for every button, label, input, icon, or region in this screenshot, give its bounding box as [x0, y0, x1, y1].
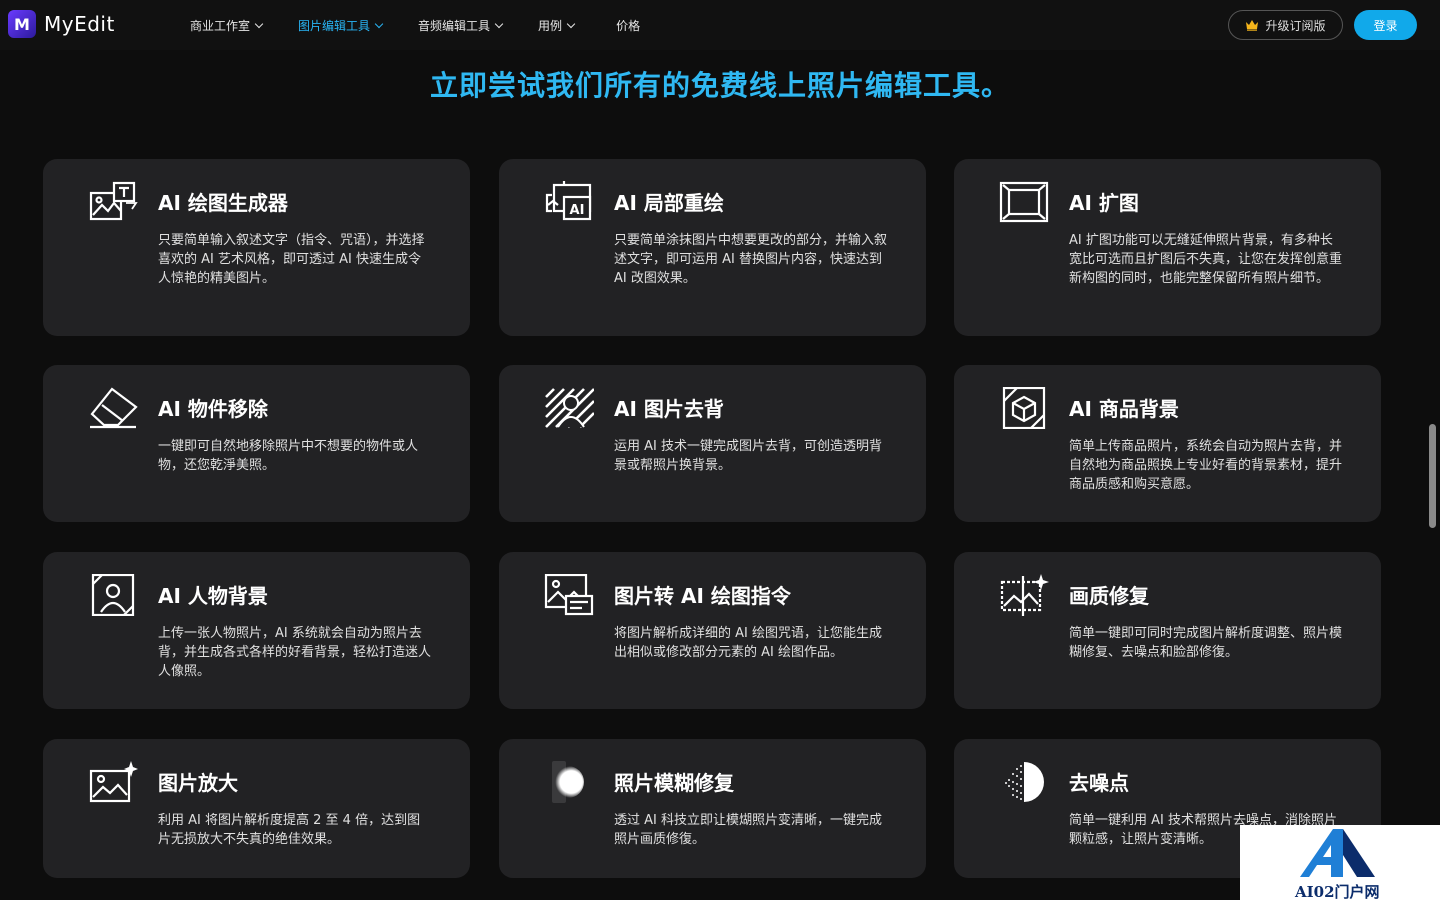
top-nav: M MyEdit 商业工作室 图片编辑工具 音频编辑工具 用例 价格 升级订阅版…: [0, 0, 1440, 50]
chevron-down-icon: [566, 19, 576, 28]
tool-title: 画质修复: [1069, 584, 1149, 608]
menu-item-business[interactable]: 商业工作室: [190, 17, 264, 34]
logo-mark: M: [8, 10, 36, 38]
tool-card[interactable]: 照片模糊修复 透过 AI 科技立即让模煳照片变清晰，一键完成照片画质修復。: [499, 739, 926, 878]
watermark-text: AI02门户网: [1295, 883, 1380, 900]
menu-item-label: 价格: [616, 18, 641, 33]
menu-item-label: 用例: [538, 18, 563, 33]
tool-title: 图片放大: [158, 771, 238, 795]
crown-icon: [1246, 20, 1259, 31]
scrollbar-thumb[interactable]: [1429, 424, 1436, 528]
text-to-image-icon: [89, 181, 138, 221]
watermark: AI02门户网: [1240, 825, 1440, 900]
tool-desc: 运用 AI 技术一键完成图片去背，可创造透明背景或帮照片换背景。: [614, 439, 882, 473]
tool-card[interactable]: AI 物件移除 一键即可自然地移除照片中不想要的物件或人物，还您乾淨美照。: [43, 365, 470, 522]
tool-card[interactable]: AI 图片去背 运用 AI 技术一键完成图片去背，可创造透明背景或帮照片换背景。: [499, 365, 926, 522]
tool-card[interactable]: AI 商品背景 简单上传商品照片，系统会自动为照片去背，并自然地为商品照换上专业…: [954, 365, 1381, 522]
section-title: 立即尝试我们所有的免费线上照片编辑工具。: [429, 69, 1010, 102]
upgrade-button[interactable]: 升级订阅版: [1228, 10, 1343, 40]
tool-desc: 简单上传商品照片，系统会自动为照片去背，并自然地为商品照换上专业好看的背景素材，…: [1069, 439, 1343, 492]
tool-title: AI 扩图: [1069, 191, 1139, 215]
menu-item-label: 图片编辑工具: [298, 18, 371, 33]
tool-card[interactable]: AI AI 局部重绘 只要简单涂抹图片中想要更改的部分，并输入叙述文字，即可运用…: [499, 159, 926, 336]
tool-title: AI 物件移除: [158, 397, 268, 421]
eraser-icon: [90, 387, 138, 429]
tool-desc: 只要简单输入叙述文字（指令、咒语），并选择喜欢的 AI 艺术风格，即可透过 AI…: [158, 233, 425, 286]
tool-desc: AI 扩图功能可以无缝延伸照片背景，有多种长宽比可选而且扩图后不失真，让您在发挥…: [1069, 233, 1343, 286]
tool-card[interactable]: 画质修复 简单一键即可同时完成图片解析度调整、照片模糊修复、去噪点和脸部修復。: [954, 552, 1381, 709]
tool-card[interactable]: 图片转 AI 绘图指令 将图片解析成详细的 AI 绘图咒语，让您能生成出相似或修…: [499, 552, 926, 709]
menu-item-audio-tools[interactable]: 音频编辑工具: [418, 17, 504, 34]
upscale-icon: [89, 761, 138, 803]
tool-desc: 上传一张人物照片，AI 系统就会自动为照片去背，并生成各式各样的好看背景，轻松打…: [158, 626, 432, 679]
tool-desc: 将图片解析成详细的 AI 绘图咒语，让您能生成出相似或修改部分元素的 AI 绘图…: [614, 626, 882, 660]
tool-title: AI 图片去背: [614, 397, 724, 421]
image-to-prompt-icon: [544, 574, 594, 616]
chevron-down-icon: [374, 19, 384, 28]
tool-desc: 利用 AI 将图片解析度提高 2 至 4 倍，达到图片无损放大不失真的绝佳效果。: [158, 813, 421, 847]
chevron-down-icon: [494, 19, 504, 28]
tool-card[interactable]: AI 人物背景 上传一张人物照片，AI 系统就会自动为照片去背，并生成各式各样的…: [43, 552, 470, 709]
logo[interactable]: M MyEdit: [8, 10, 115, 38]
menu-item-photo-tools[interactable]: 图片编辑工具: [298, 17, 384, 34]
tool-card[interactable]: AI 绘图生成器 只要简单输入叙述文字（指令、咒语），并选择喜欢的 AI 艺术风…: [43, 159, 470, 336]
unblur-icon: [552, 761, 584, 803]
tool-card[interactable]: AI 扩图 AI 扩图功能可以无缝延伸照片背景，有多种长宽比可选而且扩图后不失真…: [954, 159, 1381, 336]
tool-desc: 一键即可自然地移除照片中不想要的物件或人物，还您乾淨美照。: [158, 439, 419, 473]
denoise-icon: [1005, 762, 1044, 802]
chevron-down-icon: [254, 19, 264, 28]
svg-text:AI: AI: [570, 203, 585, 218]
tool-title: 照片模糊修复: [614, 771, 734, 795]
tool-desc: 只要简单涂抹图片中想要更改的部分，并输入叙述文字，即可运用 AI 替换图片内容，…: [614, 233, 888, 286]
ai-replace-icon: AI: [545, 181, 592, 221]
tool-title: AI 商品背景: [1069, 397, 1179, 421]
login-button[interactable]: 登录: [1354, 10, 1417, 40]
menu-item-label: 商业工作室: [190, 18, 251, 33]
tool-title: 去噪点: [1069, 771, 1129, 795]
tool-title: AI 局部重绘: [614, 191, 724, 215]
menu-item-pricing[interactable]: 价格: [616, 17, 640, 34]
expand-icon: [999, 181, 1049, 223]
tool-title: AI 绘图生成器: [158, 191, 288, 215]
watermark-logo-icon: [1300, 829, 1375, 877]
upgrade-button-label: 升级订阅版: [1265, 18, 1326, 33]
tool-desc: 透过 AI 科技立即让模煳照片变清晰，一键完成照片画质修復。: [614, 813, 882, 847]
background-remove-icon: [545, 388, 594, 428]
main-menu: 商业工作室 图片编辑工具 音频编辑工具 用例 价格: [190, 0, 676, 50]
enhance-icon: [1000, 574, 1049, 616]
logo-text: MyEdit: [44, 12, 115, 36]
tool-desc: 简单一键即可同时完成图片解析度调整、照片模糊修复、去噪点和脸部修復。: [1069, 626, 1343, 660]
tool-title: AI 人物背景: [158, 584, 268, 608]
product-background-icon: [1002, 387, 1046, 429]
menu-item-use-cases[interactable]: 用例: [538, 17, 576, 34]
tool-card[interactable]: 图片放大 利用 AI 将图片解析度提高 2 至 4 倍，达到图片无损放大不失真的…: [43, 739, 470, 878]
tool-title: 图片转 AI 绘图指令: [614, 584, 791, 608]
portrait-background-icon: [91, 574, 135, 616]
menu-item-label: 音频编辑工具: [418, 18, 491, 33]
